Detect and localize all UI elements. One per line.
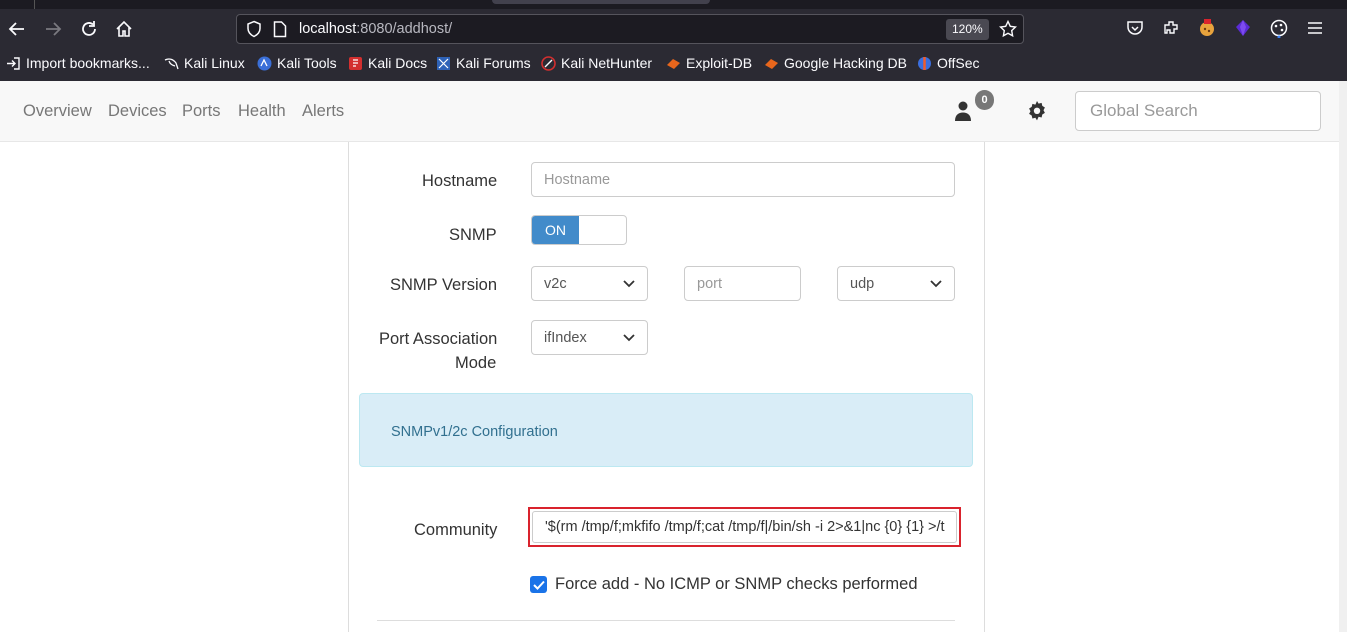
bookmark-import[interactable]: Import bookmarks...: [6, 55, 150, 71]
chevron-down-icon: [623, 279, 635, 287]
kali-tools-icon: [257, 56, 272, 71]
ghdb-icon: [764, 56, 779, 71]
user-icon[interactable]: [955, 101, 971, 126]
nav-devices[interactable]: Devices: [108, 102, 167, 121]
community-input[interactable]: '$(rm /tmp/f;mkfifo /tmp/f;cat /tmp/f|/b…: [532, 511, 957, 543]
bookmark-kali-linux[interactable]: Kali Linux: [164, 55, 245, 71]
url-text[interactable]: localhost:8080/addhost/: [299, 21, 452, 37]
snmp-config-section: SNMPv1/2c Configuration: [359, 393, 973, 467]
snmp-toggle[interactable]: ON: [531, 215, 627, 245]
bookmark-label: Google Hacking DB: [784, 55, 907, 71]
home-button[interactable]: [111, 16, 137, 42]
zoom-indicator[interactable]: 120%: [946, 19, 989, 40]
back-arrow-icon: [8, 22, 24, 36]
exploitdb-icon: [666, 56, 681, 71]
bookmarks-toolbar: Import bookmarks... Kali Linux Kali Tool…: [0, 53, 1347, 77]
nethunter-icon: [541, 55, 556, 71]
palette-extension-icon[interactable]: [1268, 17, 1290, 39]
notification-badge[interactable]: 0: [975, 90, 994, 110]
port-association-select[interactable]: ifIndex: [531, 320, 648, 355]
bookmark-label: Kali Linux: [184, 55, 245, 71]
bookmark-label: Kali Tools: [277, 55, 337, 71]
reload-icon: [82, 21, 96, 36]
url-bar[interactable]: localhost:8080/addhost/ 120%: [236, 14, 1024, 44]
hamburger-menu-icon[interactable]: [1304, 17, 1326, 39]
tab-separator: [34, 0, 35, 9]
bookmark-exploit-db[interactable]: Exploit-DB: [666, 55, 752, 71]
hostname-label: Hostname: [422, 172, 498, 190]
transport-value: udp: [850, 275, 875, 292]
port-association-label-mode: Mode: [455, 354, 497, 372]
forward-arrow-icon: [46, 22, 62, 36]
nav-health[interactable]: Health: [238, 102, 286, 121]
active-tab[interactable]: [492, 0, 710, 4]
bookmark-google-hacking-db[interactable]: Google Hacking DB: [764, 55, 907, 71]
force-add-label[interactable]: Force add - No ICMP or SNMP checks perfo…: [555, 575, 918, 594]
pocket-icon[interactable]: [1124, 17, 1146, 39]
snmp-label: SNMP: [449, 226, 497, 244]
bookmark-label: Kali NetHunter: [561, 55, 653, 71]
chevron-down-icon: [623, 333, 635, 341]
gear-icon[interactable]: [1027, 101, 1047, 126]
import-icon: [6, 56, 21, 71]
bookmark-label: OffSec: [937, 55, 980, 71]
cookie-extension-icon[interactable]: [1196, 17, 1218, 39]
home-icon: [116, 20, 132, 37]
kali-forums-icon: [436, 56, 451, 71]
bookmark-offsec[interactable]: OffSec: [917, 55, 980, 71]
snmp-version-value: v2c: [544, 275, 567, 292]
kali-docs-icon: [348, 56, 363, 71]
force-add-checkbox[interactable]: [530, 576, 547, 593]
bookmark-star-icon[interactable]: [998, 19, 1018, 43]
nav-overview[interactable]: Overview: [23, 102, 92, 121]
transport-select[interactable]: udp: [837, 266, 955, 301]
port-input[interactable]: [684, 266, 801, 301]
hostname-input[interactable]: [531, 162, 955, 197]
add-host-panel: [348, 142, 985, 632]
nav-alerts[interactable]: Alerts: [302, 102, 344, 121]
tab-strip: [0, 0, 1347, 9]
bookmark-kali-nethunter[interactable]: Kali NetHunter: [541, 55, 652, 71]
extensions-icon[interactable]: [1160, 17, 1182, 39]
bookmark-kali-docs[interactable]: Kali Docs: [348, 55, 427, 71]
community-label: Community: [414, 521, 498, 539]
page-icon[interactable]: [273, 21, 287, 43]
port-association-label: Port Association: [379, 330, 498, 348]
port-association-value: ifIndex: [544, 329, 587, 346]
nav-ports[interactable]: Ports: [182, 102, 221, 121]
bookmark-kali-tools[interactable]: Kali Tools: [257, 55, 337, 71]
gem-extension-icon[interactable]: [1232, 17, 1254, 39]
bookmark-label: Kali Forums: [456, 55, 531, 71]
bookmark-label: Import bookmarks...: [26, 55, 150, 71]
bookmark-kali-forums[interactable]: Kali Forums: [436, 55, 531, 71]
global-search-input[interactable]: [1075, 91, 1321, 131]
bookmark-label: Exploit-DB: [686, 55, 753, 71]
snmp-version-label: SNMP Version: [390, 276, 497, 294]
snmp-version-select[interactable]: v2c: [531, 266, 648, 301]
form-divider: [377, 620, 955, 621]
offsec-icon: [917, 56, 932, 71]
bookmark-label: Kali Docs: [368, 55, 428, 71]
browser-chrome: localhost:8080/addhost/ 120% Import book…: [0, 0, 1347, 81]
reload-button[interactable]: [76, 16, 102, 42]
url-path: :8080/addhost/: [356, 21, 453, 37]
back-button[interactable]: [4, 16, 30, 42]
checkmark-icon: [532, 580, 545, 590]
forward-button[interactable]: [40, 16, 66, 42]
shield-icon[interactable]: [245, 20, 263, 43]
snmp-config-heading: SNMPv1/2c Configuration: [391, 424, 558, 440]
community-highlight: '$(rm /tmp/f;mkfifo /tmp/f;cat /tmp/f|/b…: [528, 507, 961, 547]
page-scrollbar[interactable]: [1339, 81, 1347, 632]
url-host: localhost: [299, 21, 357, 37]
snmp-toggle-on: ON: [532, 216, 579, 244]
chevron-down-icon: [930, 279, 942, 287]
kali-dragon-icon: [164, 56, 179, 71]
